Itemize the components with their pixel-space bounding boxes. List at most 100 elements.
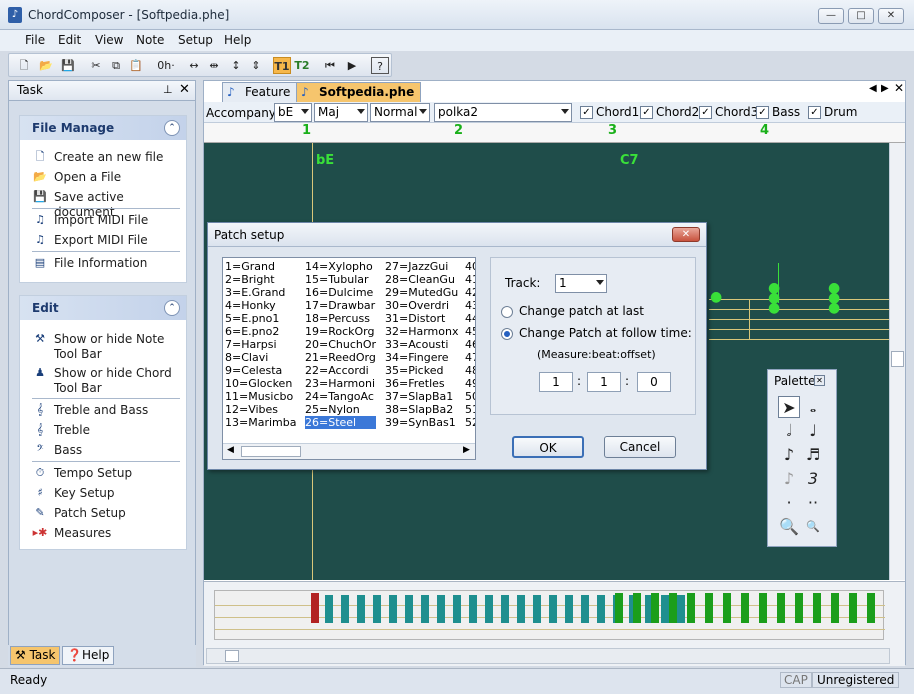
patch-item[interactable]: 27=JazzGui xyxy=(385,260,458,273)
patch-setup-item[interactable]: ✎ Patch Setup xyxy=(32,506,125,521)
chord-note[interactable]: ● ● ● xyxy=(828,281,840,315)
ok-button[interactable]: OK xyxy=(512,436,584,458)
treble-item[interactable]: 𝄞 Treble xyxy=(32,423,90,438)
shrink-vertical-icon[interactable]: ⇕ xyxy=(247,57,265,74)
scroll-thumb[interactable] xyxy=(225,650,239,662)
patch-item[interactable]: 13=Marimba xyxy=(225,416,296,429)
half-note-icon[interactable]: 𝅗𝅥 xyxy=(778,420,800,442)
vertical-scrollbar[interactable] xyxy=(889,143,905,580)
tab-task[interactable]: ⚒ Task xyxy=(10,646,61,665)
list-hscrollbar[interactable]: ◀ ▶ xyxy=(223,443,475,459)
radio-change-at-last[interactable] xyxy=(501,306,513,318)
patch-item[interactable]: 21=ReedOrg xyxy=(305,351,376,364)
cut-icon[interactable]: ✂ xyxy=(87,57,105,74)
patch-item[interactable]: 34=Fingere xyxy=(385,351,458,364)
eighth-note-icon[interactable]: ♪ xyxy=(778,444,800,466)
zero-button[interactable]: 0h· xyxy=(153,57,179,74)
chord2-checkbox[interactable]: ✓ Chord2 xyxy=(640,105,699,119)
tab-softpedia[interactable]: ♪ Softpedia.phe xyxy=(296,82,422,102)
paste-icon[interactable]: 📋 xyxy=(127,57,145,74)
patch-item[interactable]: 23=Harmoni xyxy=(305,377,376,390)
patch-item[interactable]: 38=SlapBa2 xyxy=(385,403,458,416)
patch-list[interactable]: 1=Grand 2=Bright 3=E.Grand 4=Honky 5=E.pno1 6… xyxy=(222,257,476,460)
collapse-icon[interactable]: ⌃ xyxy=(164,300,180,316)
dot-icon[interactable]: · xyxy=(778,492,800,514)
measures-item[interactable]: ▸✱ Measures xyxy=(32,526,112,541)
tempo-setup-item[interactable]: ⏱ Tempo Setup xyxy=(32,466,132,481)
patch-item[interactable]: 10=Glocken xyxy=(225,377,296,390)
tab-feature[interactable]: ♪ Feature xyxy=(222,82,298,102)
scroll-left-icon[interactable]: ◀ xyxy=(227,445,234,455)
patch-item[interactable]: 30=Overdri xyxy=(385,299,458,312)
menu-note[interactable]: Note xyxy=(136,33,164,47)
toggle-note-toolbar-item[interactable]: ⚒ Show or hide Note Tool Bar xyxy=(32,332,172,362)
patch-item[interactable]: 42 xyxy=(465,286,475,299)
patch-item[interactable]: 43 xyxy=(465,299,475,312)
note[interactable]: ● xyxy=(710,289,722,305)
patch-item[interactable]: 22=Accordi xyxy=(305,364,376,377)
help-icon[interactable]: ? xyxy=(371,57,389,74)
double-dot-icon[interactable]: ·· xyxy=(802,492,824,514)
patch-item[interactable]: 32=Harmonx xyxy=(385,325,458,338)
shrink-horizontal-icon[interactable]: ⇹ xyxy=(205,57,223,74)
patch-item[interactable]: 52 xyxy=(465,416,475,429)
open-folder-icon[interactable]: 📂 xyxy=(37,57,55,74)
chord1-checkbox[interactable]: ✓ Chord1 xyxy=(580,105,639,119)
patch-item[interactable]: 7=Harpsi xyxy=(225,338,296,351)
track-select[interactable]: 1 xyxy=(555,274,607,293)
patch-item[interactable]: 35=Picked xyxy=(385,364,458,377)
patch-item[interactable]: 2=Bright xyxy=(225,273,296,286)
patch-item[interactable]: 51 xyxy=(465,403,475,416)
track-2-button[interactable]: T2 xyxy=(293,57,311,74)
minimize-button[interactable]: — xyxy=(818,8,844,24)
maximize-button[interactable]: □ xyxy=(848,8,874,24)
patch-item[interactable]: 19=RockOrg xyxy=(305,325,376,338)
patch-item[interactable]: 26=Steel xyxy=(305,416,377,429)
patch-item[interactable]: 1=Grand xyxy=(225,260,296,273)
pattern-select[interactable]: polka2 xyxy=(434,103,572,122)
patch-item[interactable]: 39=SynBas1 xyxy=(385,416,458,429)
radio-change-at-time[interactable] xyxy=(501,328,513,340)
quarter-note-icon[interactable]: ♩ xyxy=(802,420,824,442)
track-overview[interactable] xyxy=(204,581,905,666)
patch-item[interactable]: 45 xyxy=(465,325,475,338)
quality-select[interactable]: Maj xyxy=(314,103,368,122)
grace-note-icon[interactable]: ♪ xyxy=(778,468,800,490)
patch-item[interactable]: 12=Vibes xyxy=(225,403,296,416)
measure-input[interactable]: 1 xyxy=(539,372,573,392)
zoom-out-icon[interactable]: 🔍 xyxy=(802,516,824,538)
tab-scroll-left-icon[interactable]: ◀ xyxy=(869,83,877,94)
collapse-icon[interactable]: ⌃ xyxy=(164,120,180,136)
menu-edit[interactable]: Edit xyxy=(58,33,81,47)
patch-item[interactable]: 4=Honky xyxy=(225,299,296,312)
patch-item[interactable]: 25=Nylon xyxy=(305,403,376,416)
rewind-icon[interactable]: ⏮ xyxy=(321,57,339,74)
drum-checkbox[interactable]: ✓ Drum xyxy=(808,105,857,119)
patch-item[interactable]: 5=E.pno1 xyxy=(225,312,296,325)
create-new-file-item[interactable]: 🗋 Create an new file xyxy=(32,150,164,165)
expand-vertical-icon[interactable]: ↕ xyxy=(227,57,245,74)
expand-horizontal-icon[interactable]: ↔ xyxy=(185,57,203,74)
copy-icon[interactable]: ⧉ xyxy=(107,57,125,74)
save-icon[interactable]: 💾 xyxy=(59,57,77,74)
patch-item[interactable]: 18=Percuss xyxy=(305,312,376,325)
patch-item[interactable]: 16=Dulcime xyxy=(305,286,376,299)
play-icon[interactable]: ▶ xyxy=(343,57,361,74)
patch-item[interactable]: 36=Fretles xyxy=(385,377,458,390)
beat-input[interactable]: 1 xyxy=(587,372,621,392)
tab-help[interactable]: ❓Help xyxy=(62,646,115,665)
tab-scroll-right-icon[interactable]: ▶ xyxy=(881,83,889,94)
close-document-icon[interactable]: ✕ xyxy=(894,81,904,95)
patch-item[interactable]: 3=E.Grand xyxy=(225,286,296,299)
key-setup-item[interactable]: ♯ Key Setup xyxy=(32,486,114,501)
chord3-checkbox[interactable]: ✓ Chord3 xyxy=(699,105,758,119)
key-select[interactable]: bE xyxy=(274,103,312,122)
bass-checkbox[interactable]: ✓ Bass xyxy=(756,105,800,119)
patch-item[interactable]: 6=E.pno2 xyxy=(225,325,296,338)
close-button[interactable]: ✕ xyxy=(878,8,904,24)
new-file-icon[interactable]: 🗋 xyxy=(15,57,33,74)
patch-item[interactable]: 50 xyxy=(465,390,475,403)
patch-item[interactable]: 31=Distort xyxy=(385,312,458,325)
edit-header[interactable]: Edit ⌃ xyxy=(20,296,186,320)
treble-and-bass-item[interactable]: 𝄞 Treble and Bass xyxy=(32,403,149,418)
